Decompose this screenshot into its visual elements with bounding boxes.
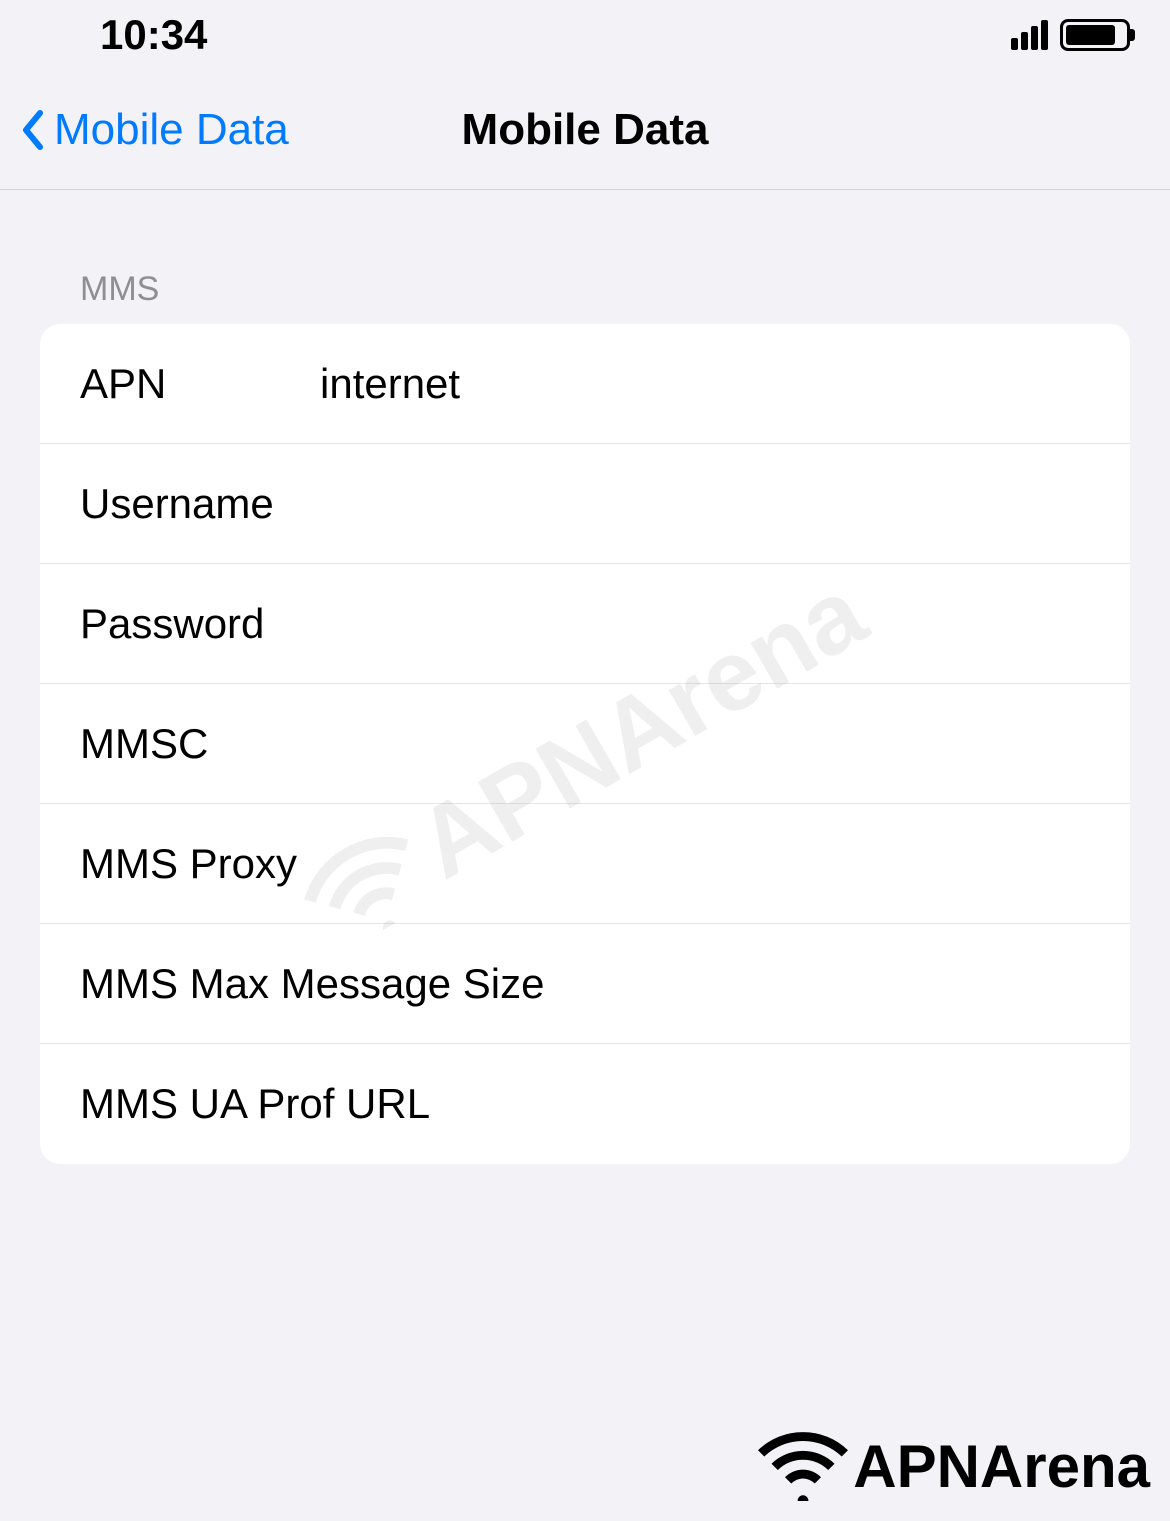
footer-text: APNArena (853, 1432, 1150, 1501)
cellular-signal-icon (1011, 20, 1048, 50)
wifi-icon (758, 1431, 848, 1501)
input-password[interactable] (320, 600, 1090, 648)
row-mms-ua-prof[interactable]: MMS UA Prof URL (40, 1044, 1130, 1164)
label-mms-ua-prof: MMS UA Prof URL (80, 1080, 430, 1128)
input-mms-ua-prof[interactable] (430, 1080, 1090, 1128)
row-password[interactable]: Password (40, 564, 1130, 684)
input-apn[interactable] (320, 360, 1090, 408)
label-mms-proxy: MMS Proxy (80, 840, 297, 888)
back-button[interactable]: Mobile Data (0, 105, 289, 155)
battery-icon (1060, 19, 1130, 51)
row-mmsc[interactable]: MMSC (40, 684, 1130, 804)
section-header-mms: MMS (0, 270, 1170, 324)
input-mms-proxy[interactable] (297, 840, 1090, 888)
input-username[interactable] (320, 480, 1090, 528)
row-username[interactable]: Username (40, 444, 1130, 564)
footer-logo: APNArena (758, 1431, 1150, 1501)
status-bar: 10:34 (0, 0, 1170, 70)
row-mms-proxy[interactable]: MMS Proxy (40, 804, 1130, 924)
label-mms-max-size: MMS Max Message Size (80, 960, 544, 1008)
label-apn: APN (80, 360, 320, 408)
content: MMS APN Username Password MMSC MMS Proxy (0, 190, 1170, 1164)
status-icons (1011, 19, 1130, 51)
status-time: 10:34 (100, 11, 207, 59)
page-title: Mobile Data (462, 105, 709, 155)
nav-bar: Mobile Data Mobile Data (0, 70, 1170, 190)
input-mms-max-size[interactable] (544, 960, 1090, 1008)
settings-group-mms: APN Username Password MMSC MMS Proxy MMS… (40, 324, 1130, 1164)
input-mmsc[interactable] (320, 720, 1090, 768)
label-mmsc: MMSC (80, 720, 320, 768)
chevron-left-icon (20, 109, 44, 151)
label-username: Username (80, 480, 320, 528)
row-apn[interactable]: APN (40, 324, 1130, 444)
label-password: Password (80, 600, 320, 648)
row-mms-max-size[interactable]: MMS Max Message Size (40, 924, 1130, 1044)
back-label: Mobile Data (54, 105, 289, 155)
